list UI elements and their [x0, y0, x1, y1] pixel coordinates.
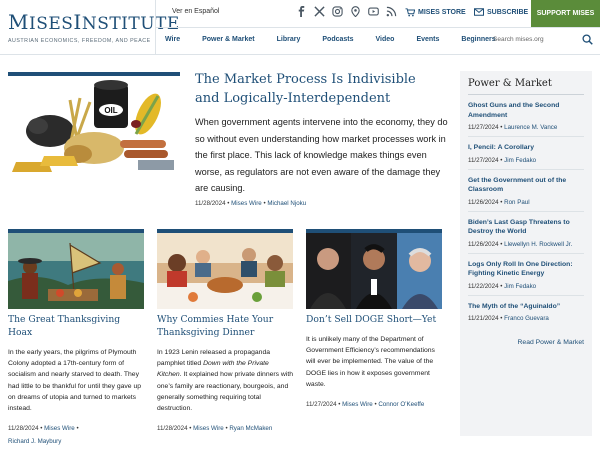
sidebar-item-date: 11/21/2024 [468, 315, 499, 322]
card-image-thanksgiving-painting[interactable] [8, 229, 144, 309]
sidebar-item-author[interactable]: Jim Fedako [504, 283, 536, 290]
sidebar-item: Get the Government out of the Classroom … [468, 176, 584, 212]
feature-date: 11/28/2024 [195, 200, 226, 207]
feature-meta: 11/28/2024 • Mises Wire • Michael Njoku [195, 200, 307, 207]
nav-library[interactable]: Library [277, 36, 301, 43]
article-card: Don’t Sell DOGE Short—Yet It is unlikely… [306, 229, 442, 411]
sidebar-item-date: 11/26/2024 [468, 240, 499, 248]
card-image-portraits[interactable] [306, 229, 442, 309]
subscribe-link[interactable]: SUBSCRIBE [474, 8, 528, 16]
support-mises-button[interactable]: SUPPORT MISES [531, 0, 600, 27]
sidebar-item-author[interactable]: Llewellyn H. Rockwell Jr. [504, 241, 572, 248]
main-nav: Wire Power & Market Library Podcasts Vid… [165, 36, 496, 43]
sidebar-item-title[interactable]: The Myth of the “Aguinaldo” [468, 302, 584, 312]
sidebar-item: Logs Only Roll In One Direction: Fightin… [468, 260, 584, 296]
sidebar-item-meta: 11/27/2024 • Laurence M. Vance [468, 124, 584, 137]
svg-text:OIL: OIL [104, 106, 117, 115]
card-image-family-dinner[interactable] [157, 229, 293, 309]
card-meta: 11/28/2024 • Mises Wire • Richard J. May… [8, 425, 79, 446]
logo-wordmark: MISESINSTITUTE [8, 10, 180, 34]
power-market-sidebar: Power & Market Ghost Guns and the Second… [460, 71, 592, 436]
card-section-link[interactable]: Mises Wire [342, 401, 373, 408]
card-date: 11/28/2024 [157, 425, 188, 433]
header-row-divider [156, 27, 600, 28]
card-meta: 11/28/2024 • Mises Wire • Ryan McMaken [157, 425, 273, 433]
card-summary: In 1923 Lenin released a propaganda pamp… [157, 347, 293, 414]
sidebar-item-author[interactable]: Ron Paul [504, 199, 529, 206]
sidebar-item-title[interactable]: Logs Only Roll In One Direction: Fightin… [468, 260, 584, 279]
logo-tagline: AUSTRIAN ECONOMICS, FREEDOM, AND PEACE [8, 38, 151, 44]
sidebar-item-title[interactable]: Get the Government out of the Classroom [468, 176, 584, 195]
pin-icon[interactable] [350, 6, 361, 17]
card-section-link[interactable]: Mises Wire [44, 425, 75, 432]
feature-image[interactable]: OIL [8, 72, 180, 177]
sidebar-item-author[interactable]: Laurence M. Vance [504, 124, 557, 131]
sidebar-item-date: 11/26/2024 [468, 198, 499, 206]
sidebar-item-meta: 11/27/2024 • Jim Fedako [468, 157, 584, 170]
card-date: 11/27/2024 [306, 401, 337, 409]
article-card: Why Commies Hate Your Thanksgiving Dinne… [157, 229, 293, 435]
sidebar-item: Biden’s Last Gasp Threatens to Destroy t… [468, 218, 584, 254]
sidebar-item-author[interactable]: Jim Fedako [504, 157, 536, 164]
subscribe-label: SUBSCRIBE [487, 8, 529, 16]
sidebar-item-meta: 11/26/2024 • Ron Paul [468, 199, 584, 212]
card-author-link[interactable]: Connor O’Keeffe [378, 401, 424, 408]
feature-title[interactable]: The Market Process Is Indivisible and Lo… [195, 70, 435, 108]
nav-wire[interactable]: Wire [165, 36, 180, 43]
sidebar-item-date: 11/27/2024 [468, 124, 499, 131]
sidebar-item-meta: 11/26/2024 • Llewellyn H. Rockwell Jr. [468, 241, 584, 254]
card-author-link[interactable]: Richard J. Maybury [8, 438, 61, 445]
card-title[interactable]: The Great Thanksgiving Hoax [8, 313, 144, 339]
card-title[interactable]: Why Commies Hate Your Thanksgiving Dinne… [157, 313, 293, 339]
card-summary: In the early years, the pilgrims of Plym… [8, 349, 142, 413]
sidebar-item: The Myth of the “Aguinaldo” 11/21/2024 •… [468, 302, 584, 328]
sidebar-item: I, Pencil: A Corollary 11/27/2024 • Jim … [468, 143, 584, 170]
search-icon[interactable] [582, 34, 593, 45]
sidebar-item-author[interactable]: Franco Guevara [504, 315, 549, 322]
sidebar-item-date: 11/27/2024 [468, 156, 499, 164]
article-card: The Great Thanksgiving Hoax In the early… [8, 229, 144, 448]
nav-beginners[interactable]: Beginners [461, 36, 495, 43]
spanish-link[interactable]: Ver en Español [172, 8, 219, 15]
x-icon[interactable] [314, 6, 325, 17]
site-logo[interactable]: MISESINSTITUTE AUSTRIAN ECONOMICS, FREED… [8, 10, 180, 44]
store-label: MISES STORE [418, 9, 466, 16]
social-links [296, 6, 397, 17]
sidebar-item-meta: 11/21/2024 • Franco Guevara [468, 315, 549, 322]
card-author-link[interactable]: Ryan McMaken [229, 425, 272, 432]
site-header: MISESINSTITUTE AUSTRIAN ECONOMICS, FREED… [0, 0, 600, 55]
sidebar-item-title[interactable]: Ghost Guns and the Second Amendment [468, 101, 584, 120]
facebook-icon[interactable] [296, 6, 307, 17]
card-section-link[interactable]: Mises Wire [193, 425, 224, 432]
rss-icon[interactable] [386, 6, 397, 17]
card-title[interactable]: Don’t Sell DOGE Short—Yet [306, 313, 442, 326]
sidebar-item-date: 11/22/2024 [468, 282, 499, 290]
cart-icon [405, 8, 415, 17]
card-date: 11/28/2024 [8, 425, 39, 433]
feature-author-link[interactable]: Michael Njoku [267, 200, 306, 207]
feature-summary: When government agents intervene into th… [195, 117, 448, 193]
sidebar-title: Power & Market [468, 78, 584, 95]
nav-podcasts[interactable]: Podcasts [322, 36, 353, 43]
nav-events[interactable]: Events [416, 36, 439, 43]
sidebar-item-title[interactable]: I, Pencil: A Corollary [468, 143, 584, 153]
sidebar-item: Ghost Guns and the Second Amendment 11/2… [468, 101, 584, 137]
nav-video[interactable]: Video [376, 36, 395, 43]
card-meta: 11/27/2024 • Mises Wire • Connor O’Keeff… [306, 401, 425, 409]
youtube-icon[interactable] [368, 6, 379, 17]
nav-power-market[interactable]: Power & Market [202, 36, 255, 43]
sidebar-item-title[interactable]: Biden’s Last Gasp Threatens to Destroy t… [468, 218, 584, 237]
card-summary: It is unlikely many of the Department of… [306, 336, 435, 388]
read-power-market-link[interactable]: Read Power & Market [468, 339, 585, 346]
envelope-icon [474, 8, 484, 16]
mises-store-link[interactable]: MISES STORE [405, 8, 466, 17]
search-input[interactable]: Search mises.org [493, 36, 544, 43]
instagram-icon[interactable] [332, 6, 343, 17]
feature-section-link[interactable]: Mises Wire [231, 200, 262, 207]
sidebar-item-meta: 11/22/2024 • Jim Fedako [468, 283, 584, 296]
